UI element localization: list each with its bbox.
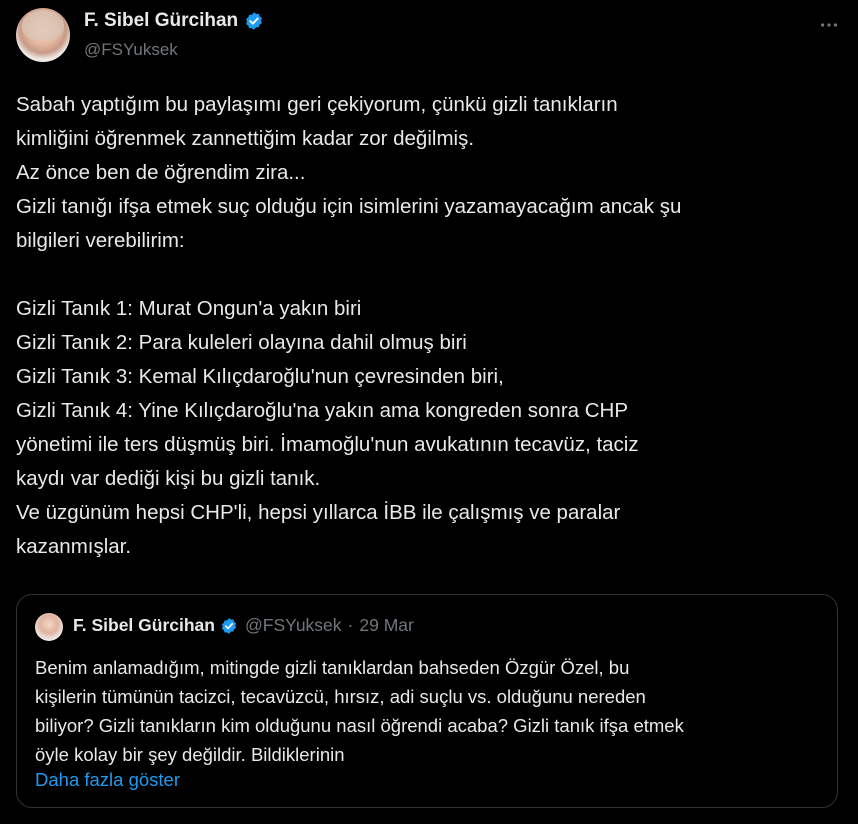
quoted-tweet[interactable]: F. Sibel Gürcihan @FSYuksek · 29 Mar Ben… — [16, 594, 838, 808]
avatar[interactable] — [16, 8, 70, 62]
show-more-link[interactable]: Daha fazla göster — [35, 769, 180, 791]
author-row: F. Sibel Gürcihan — [84, 10, 264, 32]
more-options-icon[interactable] — [818, 14, 840, 42]
quoted-avatar[interactable] — [35, 613, 63, 641]
quoted-handle[interactable]: @FSYuksek — [245, 615, 342, 636]
author-display-name[interactable]: F. Sibel Gürcihan — [84, 10, 238, 32]
verified-badge-icon — [244, 11, 264, 31]
tweet: F. Sibel Gürcihan @FSYuksek Sabah yaptığ… — [0, 0, 858, 824]
author-handle[interactable]: @FSYuksek — [84, 40, 178, 60]
tweet-text: Sabah yaptığım bu paylaşımı geri çekiyor… — [16, 93, 682, 558]
separator-dot: · — [347, 615, 354, 635]
quoted-text: Benim anlamadığım, mitingde gizli tanıkl… — [35, 657, 684, 765]
quoted-date[interactable]: 29 Mar — [359, 615, 413, 636]
avatar-image — [22, 10, 64, 40]
verified-badge-icon — [220, 617, 238, 635]
quoted-display-name[interactable]: F. Sibel Gürcihan — [73, 615, 215, 636]
quoted-header: F. Sibel Gürcihan @FSYuksek · 29 Mar — [73, 615, 414, 636]
